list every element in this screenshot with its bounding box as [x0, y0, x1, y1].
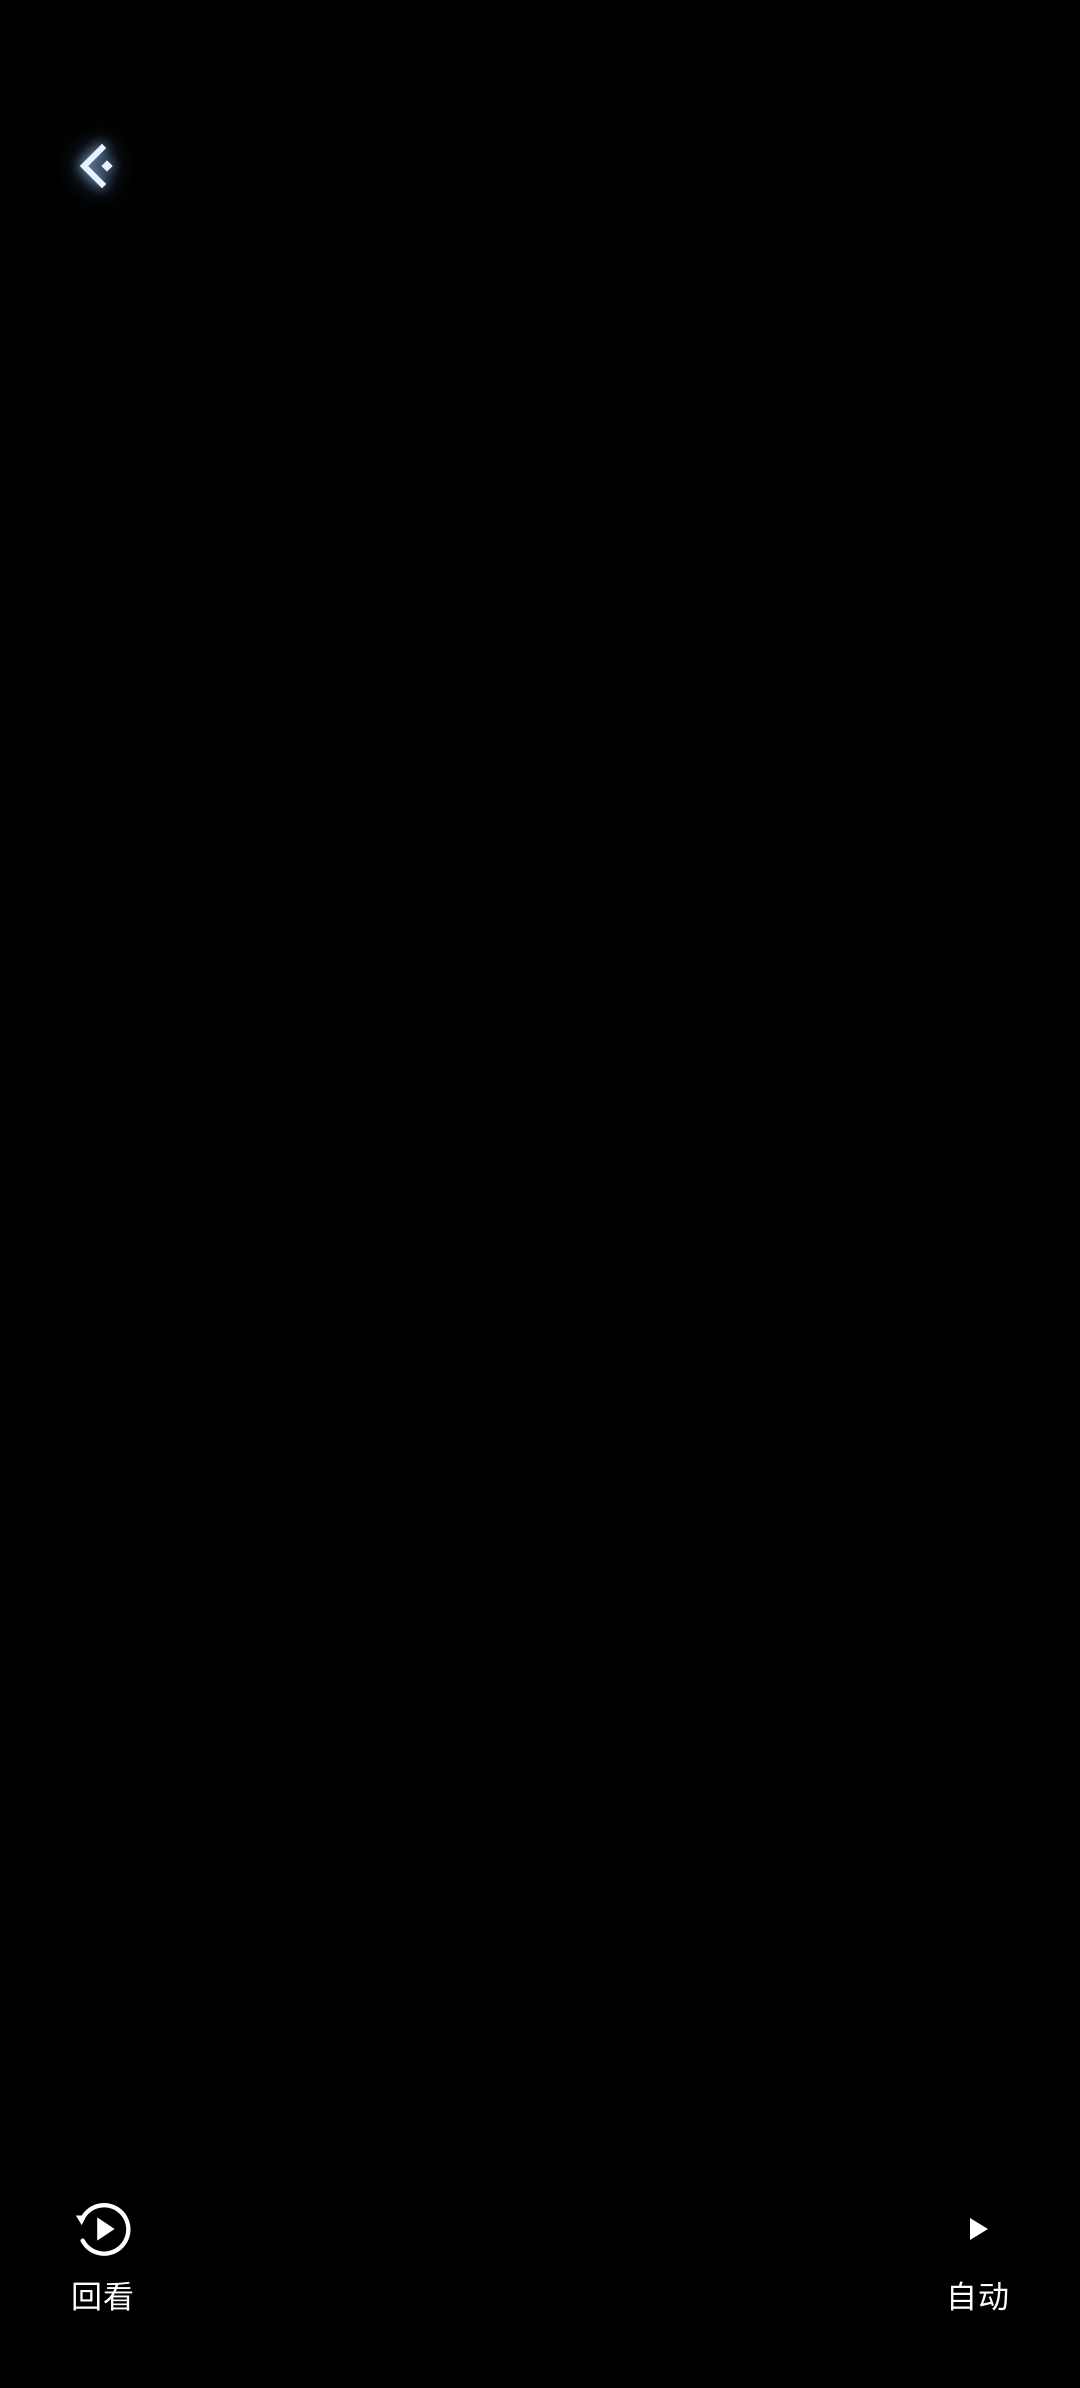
- auto-icon-wrap: [963, 2190, 993, 2268]
- auto-play-button[interactable]: 自动: [925, 2190, 1031, 2317]
- replay-play-icon: [75, 2203, 131, 2256]
- back-button[interactable]: [62, 132, 142, 212]
- replay-label: 回看: [71, 2280, 135, 2316]
- back-arrow-icon: [79, 143, 113, 189]
- replay-button[interactable]: 回看: [52, 2190, 154, 2317]
- play-icon: [970, 2218, 988, 2240]
- replay-icon-wrap: [72, 2190, 134, 2268]
- auto-label: 自动: [946, 2280, 1010, 2316]
